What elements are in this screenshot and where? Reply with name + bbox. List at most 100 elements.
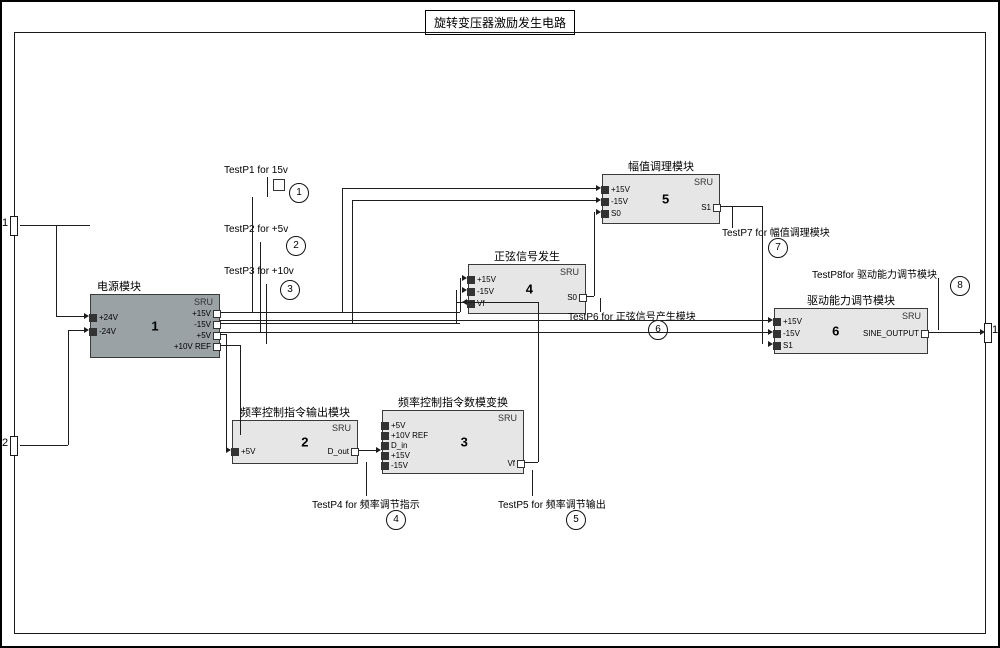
wire-p15b xyxy=(460,278,461,312)
wire-p15d xyxy=(342,188,343,312)
block-sine-gen-sru: SRU xyxy=(560,267,579,277)
tp4-circle: 4 xyxy=(386,510,406,530)
tp3-lead-v xyxy=(266,284,267,344)
block-drive-adj-sru: SRU xyxy=(902,311,921,321)
pin-p2-l1: +5V xyxy=(229,447,255,456)
wire-p15drv xyxy=(220,320,768,321)
wire-s1a xyxy=(720,206,762,207)
pin-p6-l3: S1 xyxy=(771,341,793,350)
wire-s1b xyxy=(762,206,763,344)
pin-p3-l5: -15V xyxy=(379,461,408,470)
arrow-p15a xyxy=(462,275,467,281)
wire-m15b xyxy=(456,290,457,323)
pin-p6-l2: -15V xyxy=(771,329,800,338)
block-amp-cond-num: 5 xyxy=(662,192,669,207)
block-sine-gen-num: 4 xyxy=(526,282,533,297)
arrow-p15drv xyxy=(768,317,773,323)
wire-out xyxy=(928,332,982,333)
wire-in2b xyxy=(68,330,69,445)
pin-p4-l3: Vf xyxy=(465,299,485,308)
block-amp-cond-header: 幅值调理模块 xyxy=(603,161,719,175)
pin-p6-l1: +15V xyxy=(771,317,802,326)
block-power-header: 电源模块 xyxy=(91,281,219,295)
pin-p3-l1: +5V xyxy=(379,421,405,430)
pin-p1-r4: +10V REF xyxy=(174,342,223,351)
block-freq-cmd-out-num: 2 xyxy=(301,435,308,450)
wire-dout xyxy=(358,450,378,451)
port-left-2 xyxy=(10,436,18,456)
block-freq-cmd-conv-num: 3 xyxy=(461,435,468,450)
port-left-2-label: 2 xyxy=(2,437,8,449)
arrow-vf xyxy=(462,299,467,305)
pin-p5-l1: +15V xyxy=(599,185,630,194)
port-left-1-label: 1 xyxy=(2,217,8,229)
diagram-root: 旋转变压器激励发生电路 1 2 1 电源模块 SRU 1 +24V -24V +… xyxy=(0,0,1000,648)
wire-vf3 xyxy=(456,302,538,303)
block-sine-gen-header: 正弦信号发生 xyxy=(469,251,585,265)
tp2-label: TestP2 for +5v xyxy=(224,224,288,235)
pin-p3-l4: +15V xyxy=(379,451,410,460)
tp8-label: TestP8for 驱动能力调节模块 xyxy=(812,266,937,281)
wire-m15drv xyxy=(220,332,768,333)
pin-p3-r1: Vf xyxy=(507,459,527,468)
pin-p4-l2: -15V xyxy=(465,287,494,296)
wire-s0b xyxy=(594,212,595,296)
pin-p1-r2: -15V xyxy=(194,320,223,329)
block-freq-cmd-conv-sru: SRU xyxy=(498,413,517,423)
block-drive-adj: 驱动能力调节模块 SRU 6 +15V -15V S1 SINE_OUTPUT xyxy=(774,308,928,354)
port-right-1-label: 1 xyxy=(992,324,998,336)
tp7-leader xyxy=(732,206,733,228)
pin-p4-r1: S0 xyxy=(567,293,589,302)
block-freq-cmd-conv-header: 频率控制指令数模变换 xyxy=(383,397,523,411)
tp1-leader xyxy=(267,177,268,197)
arrow-dout xyxy=(376,447,381,453)
port-right-1 xyxy=(984,323,992,343)
wire-m15c xyxy=(352,200,598,201)
port-left-1 xyxy=(10,216,18,236)
pin-p3-l2: +10V REF xyxy=(379,431,428,440)
tp4-leader xyxy=(366,462,367,496)
pin-p3-l3: D_in xyxy=(379,441,407,450)
wire-10b xyxy=(240,345,241,435)
wire-10a xyxy=(220,345,240,346)
arrow-out xyxy=(980,329,985,335)
arrow-in1 xyxy=(84,313,89,319)
pin-p5-l3: S0 xyxy=(599,209,621,218)
pin-p2-r1: D_out xyxy=(328,447,361,456)
tp1-lead-v xyxy=(252,197,253,313)
block-power-num: 1 xyxy=(151,319,158,334)
tp7-circle: 7 xyxy=(768,238,788,258)
pin-p4-l1: +15V xyxy=(465,275,496,284)
wire-in1c xyxy=(56,316,86,317)
tp4-label: TestP4 for 频率调节指示 xyxy=(312,496,420,511)
arrow-m15drv xyxy=(768,329,773,335)
wire-in2 xyxy=(20,445,68,446)
block-freq-cmd-out: 频率控制指令输出模块 SRU 2 +5V D_out xyxy=(232,420,358,464)
tp1-anchor xyxy=(273,179,285,191)
arrow-in2 xyxy=(84,327,89,333)
arrow-s0 xyxy=(596,209,601,215)
tp1-circle: 1 xyxy=(289,183,309,203)
block-power: 电源模块 SRU 1 +24V -24V +15V -15V +5V +10V … xyxy=(90,294,220,358)
block-drive-adj-num: 6 xyxy=(832,324,839,339)
wire-m15a xyxy=(220,323,460,324)
pin-p1-l2: -24V xyxy=(87,327,116,336)
wire-vf2 xyxy=(538,302,539,462)
pin-p1-l1: +24V xyxy=(87,313,118,322)
tp5-circle: 5 xyxy=(566,510,586,530)
tp8-circle: 8 xyxy=(950,276,970,296)
block-freq-cmd-out-sru: SRU xyxy=(332,423,351,433)
wire-5b xyxy=(226,334,227,450)
pin-p1-r1: +15V xyxy=(192,309,223,318)
wire-in1b xyxy=(56,225,57,317)
tp1-label: TestP1 for 15v xyxy=(224,165,288,176)
tp3-label: TestP3 for +10v xyxy=(224,266,294,277)
block-freq-cmd-conv: 频率控制指令数模变换 SRU 3 +5V +10V REF D_in +15V … xyxy=(382,410,524,474)
pin-p6-r1: SINE_OUTPUT xyxy=(863,329,931,338)
wire-s0a xyxy=(586,296,594,297)
wire-m15d xyxy=(352,200,353,323)
wire-p15a xyxy=(220,312,460,313)
tp8-leader xyxy=(938,278,939,330)
tp5-label: TestP5 for 频率调节输出 xyxy=(498,496,606,511)
tp6-circle: 6 xyxy=(648,320,668,340)
